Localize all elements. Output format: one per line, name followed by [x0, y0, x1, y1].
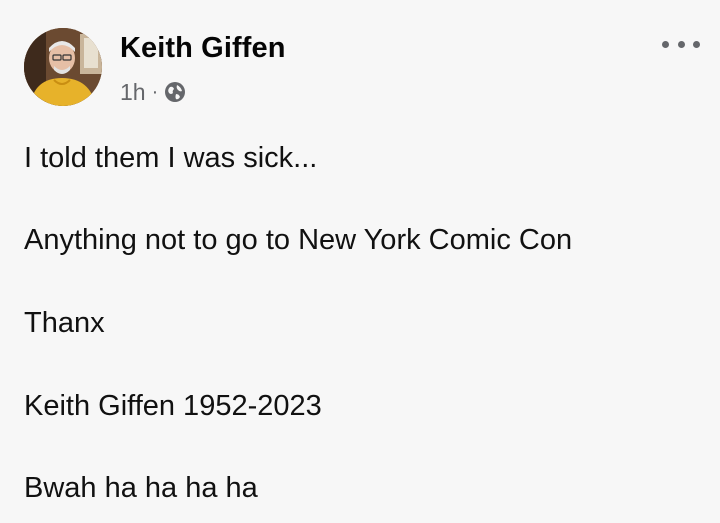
post-text-line: Bwah ha ha ha ha — [24, 472, 258, 504]
post-text-line: Thanx — [24, 307, 105, 339]
author-name[interactable]: Keith Giffen — [120, 32, 286, 65]
more-dot — [677, 40, 685, 48]
facebook-post: Keith Giffen 1h · I told them I was sick… — [0, 0, 720, 523]
more-options-button[interactable] — [662, 32, 700, 56]
more-dot — [693, 40, 700, 48]
post-meta: 1h · — [120, 77, 186, 107]
more-dot — [662, 40, 669, 48]
avatar-image — [24, 28, 102, 106]
post-text-line: I told them I was sick... — [24, 142, 318, 174]
avatar[interactable] — [24, 28, 102, 106]
meta-separator: · — [151, 80, 159, 103]
post-text-line: Anything not to go to New York Comic Con — [24, 224, 573, 256]
globe-icon[interactable] — [164, 81, 186, 103]
post-text-line: Keith Giffen 1952-2023 — [24, 390, 322, 422]
timestamp[interactable]: 1h — [120, 79, 146, 106]
